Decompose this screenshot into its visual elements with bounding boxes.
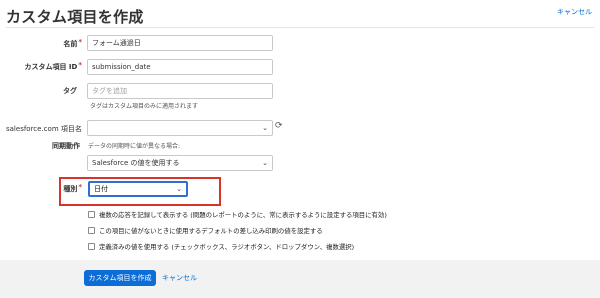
- salesforce-field-label: salesforce.com 項目名: [6, 125, 82, 133]
- sync-behavior-label: 同期動作: [52, 142, 80, 150]
- chevron-down-icon: ⌄: [176, 185, 182, 193]
- tag-label: タグ: [63, 87, 77, 95]
- create-custom-field-button[interactable]: カスタム項目を作成: [84, 270, 156, 286]
- type-select[interactable]: 日付 ⌄: [88, 181, 188, 197]
- chevron-down-icon: ⌄: [262, 124, 268, 132]
- checkbox-label: 定義済みの値を使用する (チェックボックス、ラジオボタン、ドロップダウン、複数選…: [99, 243, 355, 251]
- refresh-icon[interactable]: ⟳: [275, 121, 283, 131]
- cancel-link-bottom[interactable]: キャンセル: [162, 273, 197, 283]
- checkbox-box[interactable]: [88, 211, 95, 218]
- required-marker: *: [78, 61, 82, 69]
- required-marker: *: [78, 38, 82, 46]
- tag-help-text: タグはカスタム項目のみに適用されます: [90, 103, 199, 110]
- sync-help-text: データの同期時に値が異なる場合:: [88, 143, 181, 150]
- required-marker: *: [78, 183, 82, 191]
- type-label: 種別*: [63, 183, 82, 193]
- salesforce-field-select[interactable]: ⌄: [87, 120, 273, 136]
- checkbox-label: この項目に値がないときに使用するデフォルトの差し込み印刷の値を設定する: [99, 227, 323, 235]
- checkbox-predefined-values[interactable]: 定義済みの値を使用する (チェックボックス、ラジオボタン、ドロップダウン、複数選…: [88, 242, 354, 251]
- create-custom-field-modal: カスタム項目を作成 キャンセル 名前* フォーム通過日 カスタム項目 ID* s…: [0, 0, 600, 298]
- chevron-down-icon: ⌄: [262, 159, 268, 167]
- checkbox-label: 複数の応答を記録して表示する (問題のレポートのように、常に表示するように設定す…: [99, 211, 387, 219]
- name-label: 名前*: [63, 38, 82, 48]
- checkbox-default-mail-merge[interactable]: この項目に値がないときに使用するデフォルトの差し込み印刷の値を設定する: [88, 226, 323, 235]
- name-input[interactable]: フォーム通過日: [87, 35, 273, 51]
- checkbox-box[interactable]: [88, 227, 95, 234]
- custom-id-input[interactable]: submission_date: [87, 59, 273, 75]
- checkbox-multiple-responses[interactable]: 複数の応答を記録して表示する (問題のレポートのように、常に表示するように設定す…: [88, 210, 387, 219]
- cancel-link-top[interactable]: キャンセル: [557, 7, 592, 17]
- checkbox-box[interactable]: [88, 243, 95, 250]
- page-title: カスタム項目を作成: [6, 8, 144, 26]
- custom-id-label: カスタム項目 ID*: [24, 61, 82, 71]
- tag-input[interactable]: タグを追加: [87, 83, 273, 99]
- sync-behavior-select[interactable]: Salesforce の値を使用する ⌄: [87, 155, 273, 171]
